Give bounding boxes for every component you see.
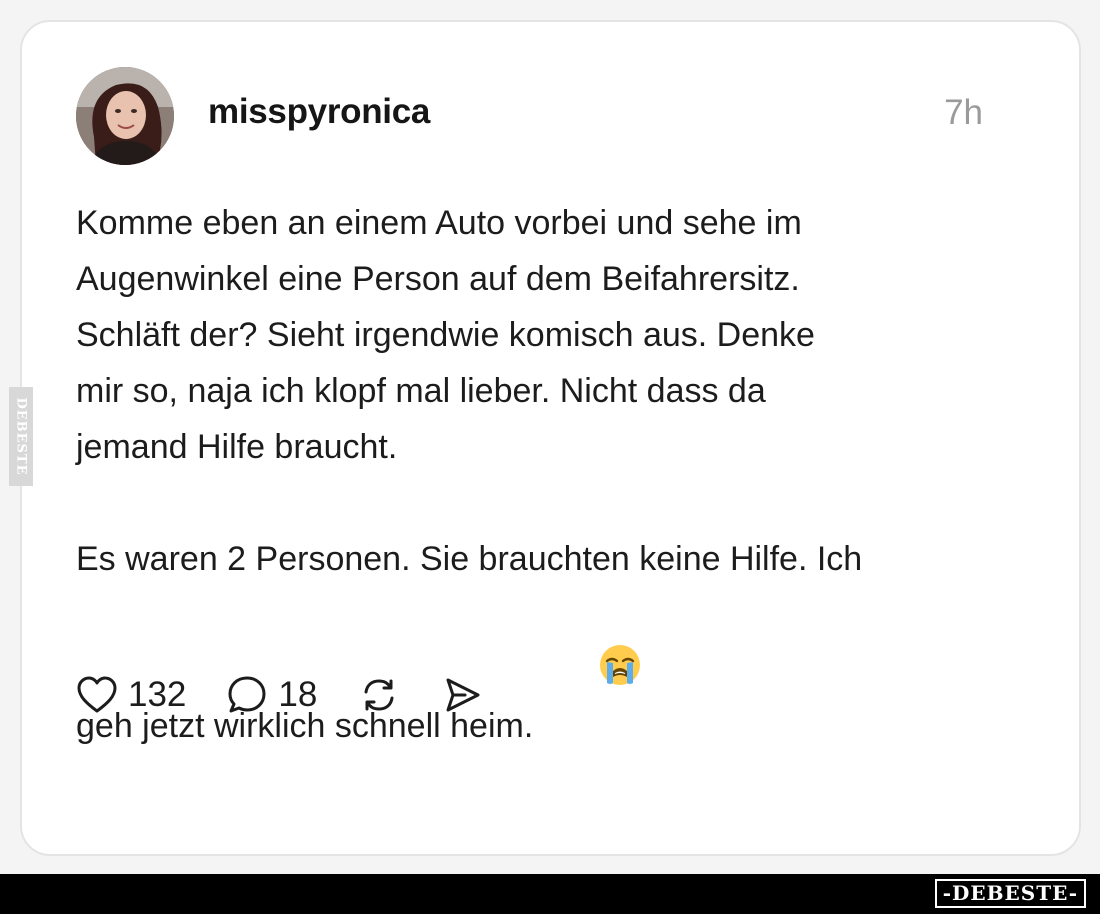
post-card: misspyronica 7h Komme eben an einem Auto… — [20, 20, 1081, 856]
like-button[interactable]: 132 — [76, 675, 186, 715]
comment-bubble-icon — [226, 674, 268, 716]
side-watermark: DEBESTE — [9, 387, 33, 486]
side-watermark-text: DEBESTE — [13, 397, 29, 476]
share-button[interactable] — [441, 674, 483, 716]
comment-button[interactable]: 18 — [226, 674, 317, 716]
username[interactable]: misspyronica — [208, 92, 430, 132]
debeste-logo: -DEBESTE- — [934, 879, 1086, 908]
post-actions: 132 18 — [76, 670, 523, 720]
bottom-bar: -DEBESTE- — [0, 874, 1100, 914]
post-paragraph-1: Komme eben an einem Auto vorbei und sehe… — [76, 204, 815, 466]
heart-icon — [76, 675, 118, 715]
like-count: 132 — [128, 675, 187, 714]
repost-icon — [357, 674, 401, 716]
post-timestamp: 7h — [944, 93, 983, 132]
profile-photo — [76, 67, 174, 165]
repost-button[interactable] — [357, 674, 401, 716]
avatar[interactable] — [76, 67, 174, 165]
comment-count: 18 — [278, 675, 318, 714]
post-paragraph-2: Es waren 2 Personen. Sie brauchten keine… — [76, 531, 1036, 760]
send-icon — [441, 674, 483, 716]
loudly-crying-face-emoji — [541, 587, 642, 760]
